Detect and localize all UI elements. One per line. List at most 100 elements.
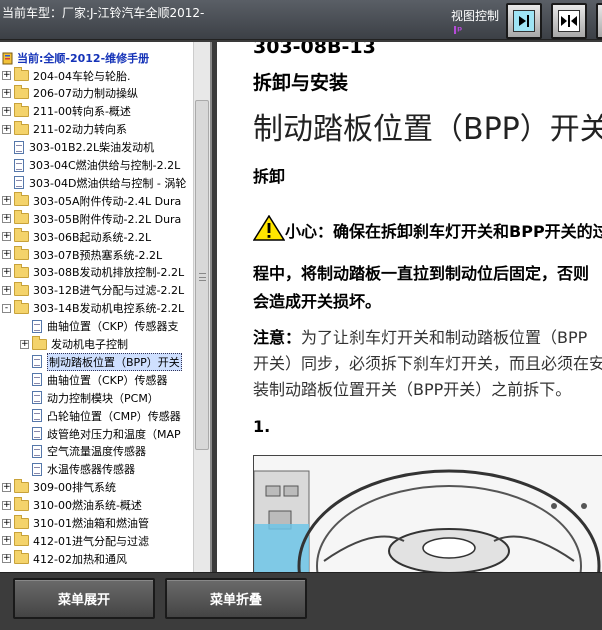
tree-item[interactable]: 303-04D燃油供给与控制 - 涡轮 — [2, 174, 186, 191]
tree-item[interactable]: +303-12B进气分配与过滤-2.2L — [2, 281, 185, 299]
folder-icon — [14, 532, 29, 547]
page-title: 制动踏板位置（BPP）开关 — [253, 112, 602, 147]
manual-book-icon — [2, 52, 14, 65]
expand-plus-icon[interactable]: + — [2, 196, 11, 206]
tree-item[interactable]: + 发动机电子控制 — [20, 335, 128, 353]
tree-item-label: 303-05A附件传动-2.4L Dura — [33, 194, 182, 208]
folder-icon — [14, 67, 29, 81]
section-number: 303-08B-13 — [253, 42, 376, 58]
expand-plus-icon[interactable]: + — [2, 124, 11, 134]
expand-plus-icon[interactable]: + — [2, 88, 11, 98]
tree-item-label: 空气流量温度传感器 — [47, 445, 146, 459]
tree-item[interactable]: +204-04车轮与轮胎. — [2, 67, 130, 84]
tree-item[interactable]: 凸轮轴位置（CMP）传感器 — [20, 407, 181, 424]
procedure-heading: 拆卸 — [253, 167, 286, 186]
document-icon — [32, 462, 42, 476]
expand-plus-icon[interactable]: + — [2, 500, 11, 510]
view-right-button[interactable] — [506, 3, 542, 39]
step-number: 1. — [253, 417, 271, 436]
tree-item[interactable]: 303-01B2.2L柴油发动机 — [2, 139, 154, 156]
menu-collapse-button[interactable]: 菜单折叠 — [165, 578, 307, 619]
tree-item-selected[interactable]: 制动踏板位置（BPP）开关 — [20, 352, 182, 371]
tree-item[interactable]: 曲轴位置（CKP）传感器支 — [20, 318, 179, 335]
tree-item-label: 303-07B预热塞系统-2.2L — [33, 248, 163, 262]
view-split-button[interactable] — [551, 3, 587, 39]
tree-item-label: 水温传感器传感器 — [47, 463, 135, 477]
expand-plus-icon[interactable]: + — [2, 518, 11, 528]
bottom-toolbar: 菜单展开 菜单折叠 — [0, 572, 602, 630]
tree-scrollbar[interactable] — [193, 42, 210, 572]
document-icon — [32, 444, 42, 458]
tree-item[interactable]: +303-06B起动系统-2.2L — [2, 228, 151, 245]
expand-plus-icon[interactable]: + — [2, 554, 11, 564]
tree-item-label: 303-08B发动机排放控制-2.2L — [33, 266, 185, 280]
tree-item[interactable]: +211-02动力转向系 — [2, 120, 127, 138]
folder-icon — [14, 210, 29, 225]
expand-plus-icon[interactable]: + — [2, 214, 11, 224]
tree-item[interactable]: - 303-14B发动机电控系统-2.2L — [2, 299, 184, 317]
tree-item-label: 曲轴位置（CKP）传感器支 — [47, 320, 179, 334]
tree-item[interactable]: 303-04C燃油供给与控制-2.2L — [2, 157, 180, 174]
tree-item-label: 发动机电子控制 — [51, 338, 128, 351]
tree-item[interactable]: +206-07动力制动操纵 — [2, 84, 138, 102]
folder-icon — [14, 120, 29, 135]
expand-plus-icon[interactable]: + — [2, 232, 11, 242]
tree-item[interactable]: +309-00排气系统 — [2, 478, 116, 496]
tree-item-label: 动力控制模块（PCM） — [47, 391, 159, 405]
folder-icon — [14, 263, 29, 278]
folder-icon — [14, 514, 29, 529]
folder-icon — [32, 335, 47, 350]
menu-expand-button[interactable]: 菜单展开 — [13, 578, 155, 619]
tree-item[interactable]: +303-07B预热塞系统-2.2L — [2, 246, 162, 263]
steering-wheel-illustration — [253, 455, 602, 572]
document-icon — [32, 319, 42, 333]
expand-plus-icon[interactable]: + — [2, 482, 11, 492]
title-bar: 当前车型：厂家:J-江铃汽车全顺2012- 视图控制 Iᵖ — [0, 0, 602, 40]
section-title: 拆卸与安装 — [253, 72, 349, 94]
tree-item[interactable]: 空气流量温度传感器 — [20, 443, 146, 460]
collapse-minus-icon[interactable]: - — [2, 303, 11, 313]
tree-item[interactable]: +303-08B发动机排放控制-2.2L — [2, 263, 185, 281]
tree-item-label: 303-06B起动系统-2.2L — [33, 230, 152, 244]
tree-item[interactable]: +310-00燃油系统-概述 — [2, 496, 142, 514]
expand-plus-icon[interactable]: + — [2, 267, 11, 277]
folder-icon — [14, 496, 29, 511]
caution-label: 小心： — [285, 222, 334, 241]
note-line1: 注意：为了让刹车灯开关和制动踏板位置（BPP — [253, 324, 587, 348]
expand-plus-icon[interactable]: + — [2, 71, 11, 80]
tree-item-label: 211-02动力转向系 — [33, 123, 127, 137]
tree-item[interactable]: 曲轴位置（CKP）传感器 — [20, 371, 168, 388]
expand-plus-icon[interactable]: + — [2, 285, 11, 295]
split-view-icon — [558, 10, 580, 32]
tree-item[interactable]: +412-01进气分配与过滤 — [2, 532, 149, 549]
caution-text-line2: 程中，将制动踏板一直拉到制动位后固定，否则 — [253, 264, 590, 283]
document-icon — [32, 373, 42, 387]
tree-item[interactable]: +303-05B附件传动-2.2L Dura — [2, 210, 181, 227]
tree-item-label: 303-12B进气分配与过滤-2.2L — [33, 284, 185, 298]
tree-item[interactable]: +412-02加热和通风 — [2, 550, 127, 567]
toc-tree-panel: 当前:全顺-2012-维修手册 +204-04车轮与轮胎. +206-07动力制动… — [0, 42, 212, 572]
tree-item[interactable]: 水温传感器传感器 — [20, 461, 135, 478]
tree-root[interactable]: 当前:全顺-2012-维修手册 — [0, 50, 149, 66]
scrollbar-thumb[interactable] — [195, 100, 209, 450]
expand-plus-icon[interactable]: + — [20, 339, 29, 349]
document-icon — [32, 355, 42, 369]
tree-item-label: 303-05B附件传动-2.2L Dura — [33, 212, 182, 226]
tree-item-label: 制动踏板位置（BPP）开关 — [47, 352, 182, 371]
caution-text-line3: 会造成开关损坏。 — [253, 292, 382, 311]
current-car-model: 当前车型：厂家:J-江铃汽车全顺2012- — [2, 6, 205, 20]
expand-right-icon — [513, 10, 535, 32]
tree-item[interactable]: 歧管绝对压力和温度（MAP — [20, 425, 181, 442]
tree-item[interactable]: +303-05A附件传动-2.4L Dura — [2, 192, 181, 209]
view-left-button[interactable] — [596, 3, 602, 39]
tree-item-label: 412-02加热和通风 — [33, 552, 127, 566]
tree-item[interactable]: +310-01燃油箱和燃油管 — [2, 514, 149, 532]
tree-item[interactable]: 动力控制模块（PCM） — [20, 389, 159, 406]
expand-plus-icon[interactable]: + — [2, 250, 11, 259]
tree-item-label: 曲轴位置（CKP）传感器 — [47, 373, 168, 387]
expand-plus-icon[interactable]: + — [2, 106, 11, 116]
tree-item-label: 303-04D燃油供给与控制 - 涡轮 — [29, 176, 187, 190]
tree-item[interactable]: +211-00转向系-概述 — [2, 102, 131, 120]
expand-plus-icon[interactable]: + — [2, 536, 11, 546]
scrollbar-grip-icon — [199, 273, 206, 281]
